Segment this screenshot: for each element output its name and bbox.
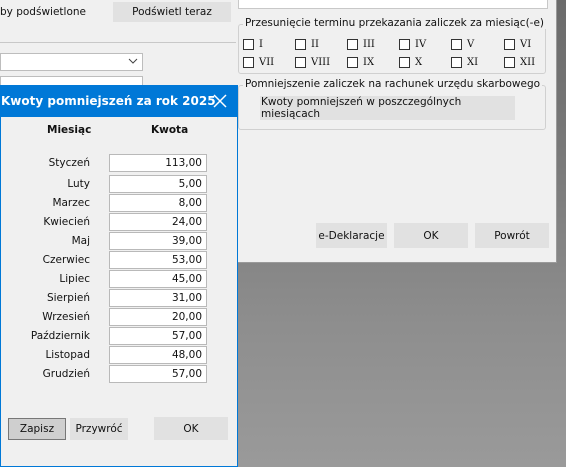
amount-field[interactable]: 8,00: [109, 194, 207, 212]
checkbox-month-12[interactable]: XII: [504, 57, 535, 68]
shift-group-title: Przesunięcie terminu przekazania zalicze…: [243, 17, 547, 29]
month-label: Sierpień: [46, 292, 90, 304]
amount-field[interactable]: 53,00: [109, 251, 207, 269]
ok-button[interactable]: OK: [394, 223, 468, 248]
checkbox-box[interactable]: [504, 57, 515, 68]
amount-field[interactable]: 31,00: [109, 289, 207, 307]
checkbox-label: IX: [363, 57, 375, 68]
month-label: Listopad: [45, 349, 90, 361]
shift-group: Przesunięcie terminu przekazania zalicze…: [238, 17, 547, 74]
top-field[interactable]: [238, 0, 548, 9]
checkbox-label: VII: [259, 57, 275, 68]
checkbox-label: III: [363, 39, 375, 50]
checkbox-month-9[interactable]: IX: [347, 57, 374, 68]
checkbox-box[interactable]: [243, 57, 254, 68]
month-label: Wrzesień: [42, 311, 90, 323]
column-header-amount: Kwota: [151, 124, 189, 136]
month-label: Maj: [71, 235, 90, 247]
checkbox-box[interactable]: [451, 57, 462, 68]
reduction-amounts-dialog: Kwoty pomniejszeń za rok 2025 Miesiąc Kw…: [0, 85, 238, 467]
checkbox-month-6[interactable]: VI: [504, 39, 531, 50]
amount-field[interactable]: 48,00: [109, 346, 207, 364]
edeklaracje-button[interactable]: e-Deklaracje: [316, 223, 387, 248]
dialog-titlebar[interactable]: Kwoty pomniejszeń za rok 2025: [1, 86, 237, 117]
month-label: Marzec: [52, 197, 90, 209]
combo-box-1[interactable]: [0, 53, 143, 71]
checkbox-box[interactable]: [504, 39, 515, 50]
checkbox-label: XII: [520, 57, 536, 68]
checkbox-label: IV: [415, 39, 427, 50]
reduction-group-title: Pomniejszenie zaliczek na rachunek urzęd…: [243, 78, 543, 90]
month-label: Październik: [30, 330, 90, 342]
checkbox-box[interactable]: [451, 39, 462, 50]
checkbox-month-10[interactable]: X: [399, 57, 422, 68]
amount-field[interactable]: 5,00: [109, 175, 207, 193]
close-icon[interactable]: [211, 92, 229, 110]
checkbox-month-5[interactable]: V: [451, 39, 474, 50]
month-label: Luty: [67, 178, 90, 190]
checkbox-label: V: [467, 39, 475, 50]
checkbox-month-8[interactable]: VIII: [295, 57, 330, 68]
column-header-month: Miesiąc: [47, 124, 92, 136]
highlight-label: by podświetlone: [0, 6, 86, 18]
checkbox-box[interactable]: [399, 39, 410, 50]
checkbox-box[interactable]: [347, 57, 358, 68]
chevron-down-icon: [128, 58, 138, 64]
dialog-ok-button[interactable]: OK: [154, 417, 228, 440]
reduction-amounts-button[interactable]: Kwoty pomniejszeń w poszczególnych miesi…: [260, 96, 515, 120]
amount-field[interactable]: 57,00: [109, 327, 207, 345]
checkbox-month-11[interactable]: XI: [451, 57, 478, 68]
checkbox-month-7[interactable]: VII: [243, 57, 274, 68]
month-label: Czerwiec: [42, 254, 90, 266]
checkbox-box[interactable]: [399, 57, 410, 68]
amount-field[interactable]: 45,00: [109, 270, 207, 288]
back-button[interactable]: Powrót: [475, 223, 549, 248]
month-label: Grudzień: [42, 368, 90, 380]
save-button[interactable]: Zapisz: [8, 418, 66, 440]
checkbox-box[interactable]: [295, 39, 306, 50]
restore-button[interactable]: Przywróć: [70, 418, 128, 440]
checkbox-box[interactable]: [243, 39, 254, 50]
checkbox-label: VIII: [311, 57, 331, 68]
checkbox-label: X: [415, 57, 423, 68]
highlight-now-button[interactable]: Podświetl teraz: [113, 2, 231, 22]
checkbox-label: XI: [467, 57, 479, 68]
checkbox-box[interactable]: [295, 57, 306, 68]
month-label: Kwiecień: [43, 216, 90, 228]
checkbox-label: VI: [520, 39, 532, 50]
amount-field[interactable]: 39,00: [109, 232, 207, 250]
amount-field[interactable]: 57,00: [109, 365, 207, 383]
checkbox-month-1[interactable]: I: [243, 39, 263, 50]
checkbox-month-4[interactable]: IV: [399, 39, 426, 50]
month-label: Styczeń: [48, 157, 90, 169]
month-label: Lipiec: [59, 273, 90, 285]
checkbox-month-3[interactable]: III: [347, 39, 375, 50]
amount-field[interactable]: 113,00: [109, 154, 207, 172]
amount-field[interactable]: 24,00: [109, 213, 207, 231]
reduction-group: Pomniejszenie zaliczek na rachunek urzęd…: [238, 78, 546, 130]
checkbox-month-2[interactable]: II: [295, 39, 319, 50]
amount-field[interactable]: 20,00: [109, 308, 207, 326]
dialog-title: Kwoty pomniejszeń za rok 2025: [1, 94, 216, 108]
checkbox-label: II: [311, 39, 319, 50]
checkbox-box[interactable]: [347, 39, 358, 50]
checkbox-label: I: [259, 39, 263, 50]
